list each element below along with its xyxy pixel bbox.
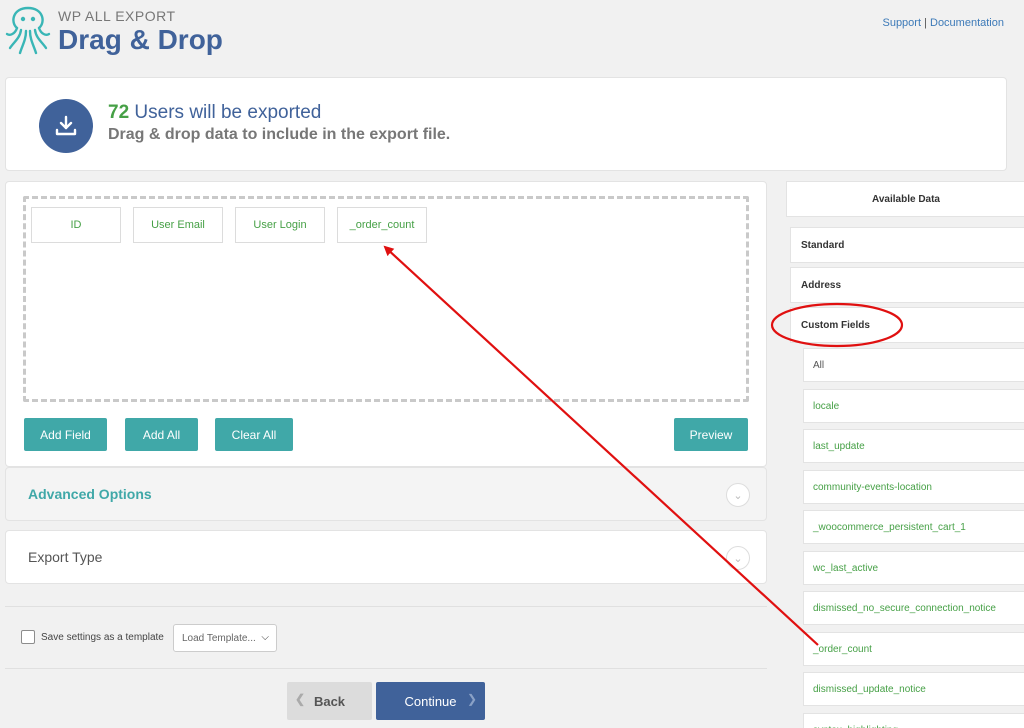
- continue-button[interactable]: Continue ❯: [376, 682, 485, 720]
- custom-field-item[interactable]: last_update: [803, 429, 1024, 463]
- divider: [5, 606, 767, 607]
- continue-label: Continue: [404, 693, 457, 709]
- available-data-sidebar: Available Data Standard Address Custom F…: [786, 181, 1024, 728]
- field-chip-user-login[interactable]: User Login: [235, 207, 325, 243]
- chevron-down-icon[interactable]: ⌄: [726, 483, 750, 507]
- documentation-link[interactable]: Documentation: [930, 17, 1004, 29]
- page-title: Drag & Drop: [58, 24, 223, 55]
- export-fields-panel: ID User Email User Login _order_count Ad…: [5, 181, 767, 467]
- link-separator: |: [924, 17, 927, 29]
- advanced-options-accordion[interactable]: Advanced Options ⌄: [5, 467, 767, 521]
- top-links: Support | Documentation: [882, 17, 1004, 29]
- custom-field-all[interactable]: All: [803, 348, 1024, 382]
- export-count: 72: [108, 102, 130, 123]
- advanced-options-title: Advanced Options: [28, 486, 152, 502]
- field-chip-order-count[interactable]: _order_count: [337, 207, 427, 243]
- chevron-right-icon: ❯: [466, 692, 477, 706]
- custom-field-item[interactable]: _woocommerce_persistent_cart_1: [803, 510, 1024, 544]
- back-label: Back: [313, 693, 346, 709]
- load-template-value: Load Template...: [182, 632, 256, 644]
- field-chip-id[interactable]: ID: [31, 207, 121, 243]
- section-standard[interactable]: Standard: [790, 227, 1024, 263]
- chevron-left-icon: ❮: [295, 692, 306, 706]
- save-template-checkbox[interactable]: [21, 630, 35, 644]
- custom-field-item[interactable]: wc_last_active: [803, 551, 1024, 585]
- custom-field-order-count[interactable]: _order_count: [803, 632, 1024, 666]
- custom-field-item[interactable]: community-events-location: [803, 470, 1024, 504]
- load-template-select[interactable]: Load Template... ⌵: [173, 624, 277, 652]
- custom-field-item[interactable]: syntax_highlighting: [803, 713, 1024, 728]
- brand-name: WP ALL EXPORT: [58, 8, 176, 24]
- available-data-title: Available Data: [786, 181, 1024, 217]
- export-count-line: 72 Users will be exported: [108, 102, 321, 124]
- back-button[interactable]: ❮ Back: [287, 682, 372, 720]
- download-icon: [39, 99, 93, 153]
- clear-all-button[interactable]: Clear All: [215, 418, 293, 451]
- banner-subtitle: Drag & drop data to include in the expor…: [108, 126, 451, 143]
- save-template-label: Save settings as a template: [41, 632, 164, 643]
- drop-zone[interactable]: ID User Email User Login _order_count: [23, 196, 749, 402]
- export-type-title: Export Type: [28, 549, 103, 565]
- custom-field-item[interactable]: dismissed_update_notice: [803, 672, 1024, 706]
- add-field-button[interactable]: Add Field: [24, 418, 107, 451]
- chevron-down-icon: ⌵: [261, 632, 269, 643]
- add-all-button[interactable]: Add All: [125, 418, 198, 451]
- octopus-logo-icon: [5, 6, 51, 55]
- preview-button[interactable]: Preview: [674, 418, 748, 451]
- custom-field-item[interactable]: locale: [803, 389, 1024, 423]
- section-address[interactable]: Address: [790, 267, 1024, 303]
- chevron-down-icon[interactable]: ⌄: [726, 546, 750, 570]
- divider: [5, 668, 767, 669]
- export-type-accordion[interactable]: Export Type ⌄: [5, 530, 767, 584]
- support-link[interactable]: Support: [882, 17, 921, 29]
- field-chip-user-email[interactable]: User Email: [133, 207, 223, 243]
- section-custom-fields[interactable]: Custom Fields: [790, 307, 1024, 343]
- custom-field-item[interactable]: dismissed_no_secure_connection_notice: [803, 591, 1024, 625]
- export-summary-banner: 72 Users will be exported Drag & drop da…: [5, 77, 1007, 171]
- export-count-label: Users will be exported: [134, 102, 322, 123]
